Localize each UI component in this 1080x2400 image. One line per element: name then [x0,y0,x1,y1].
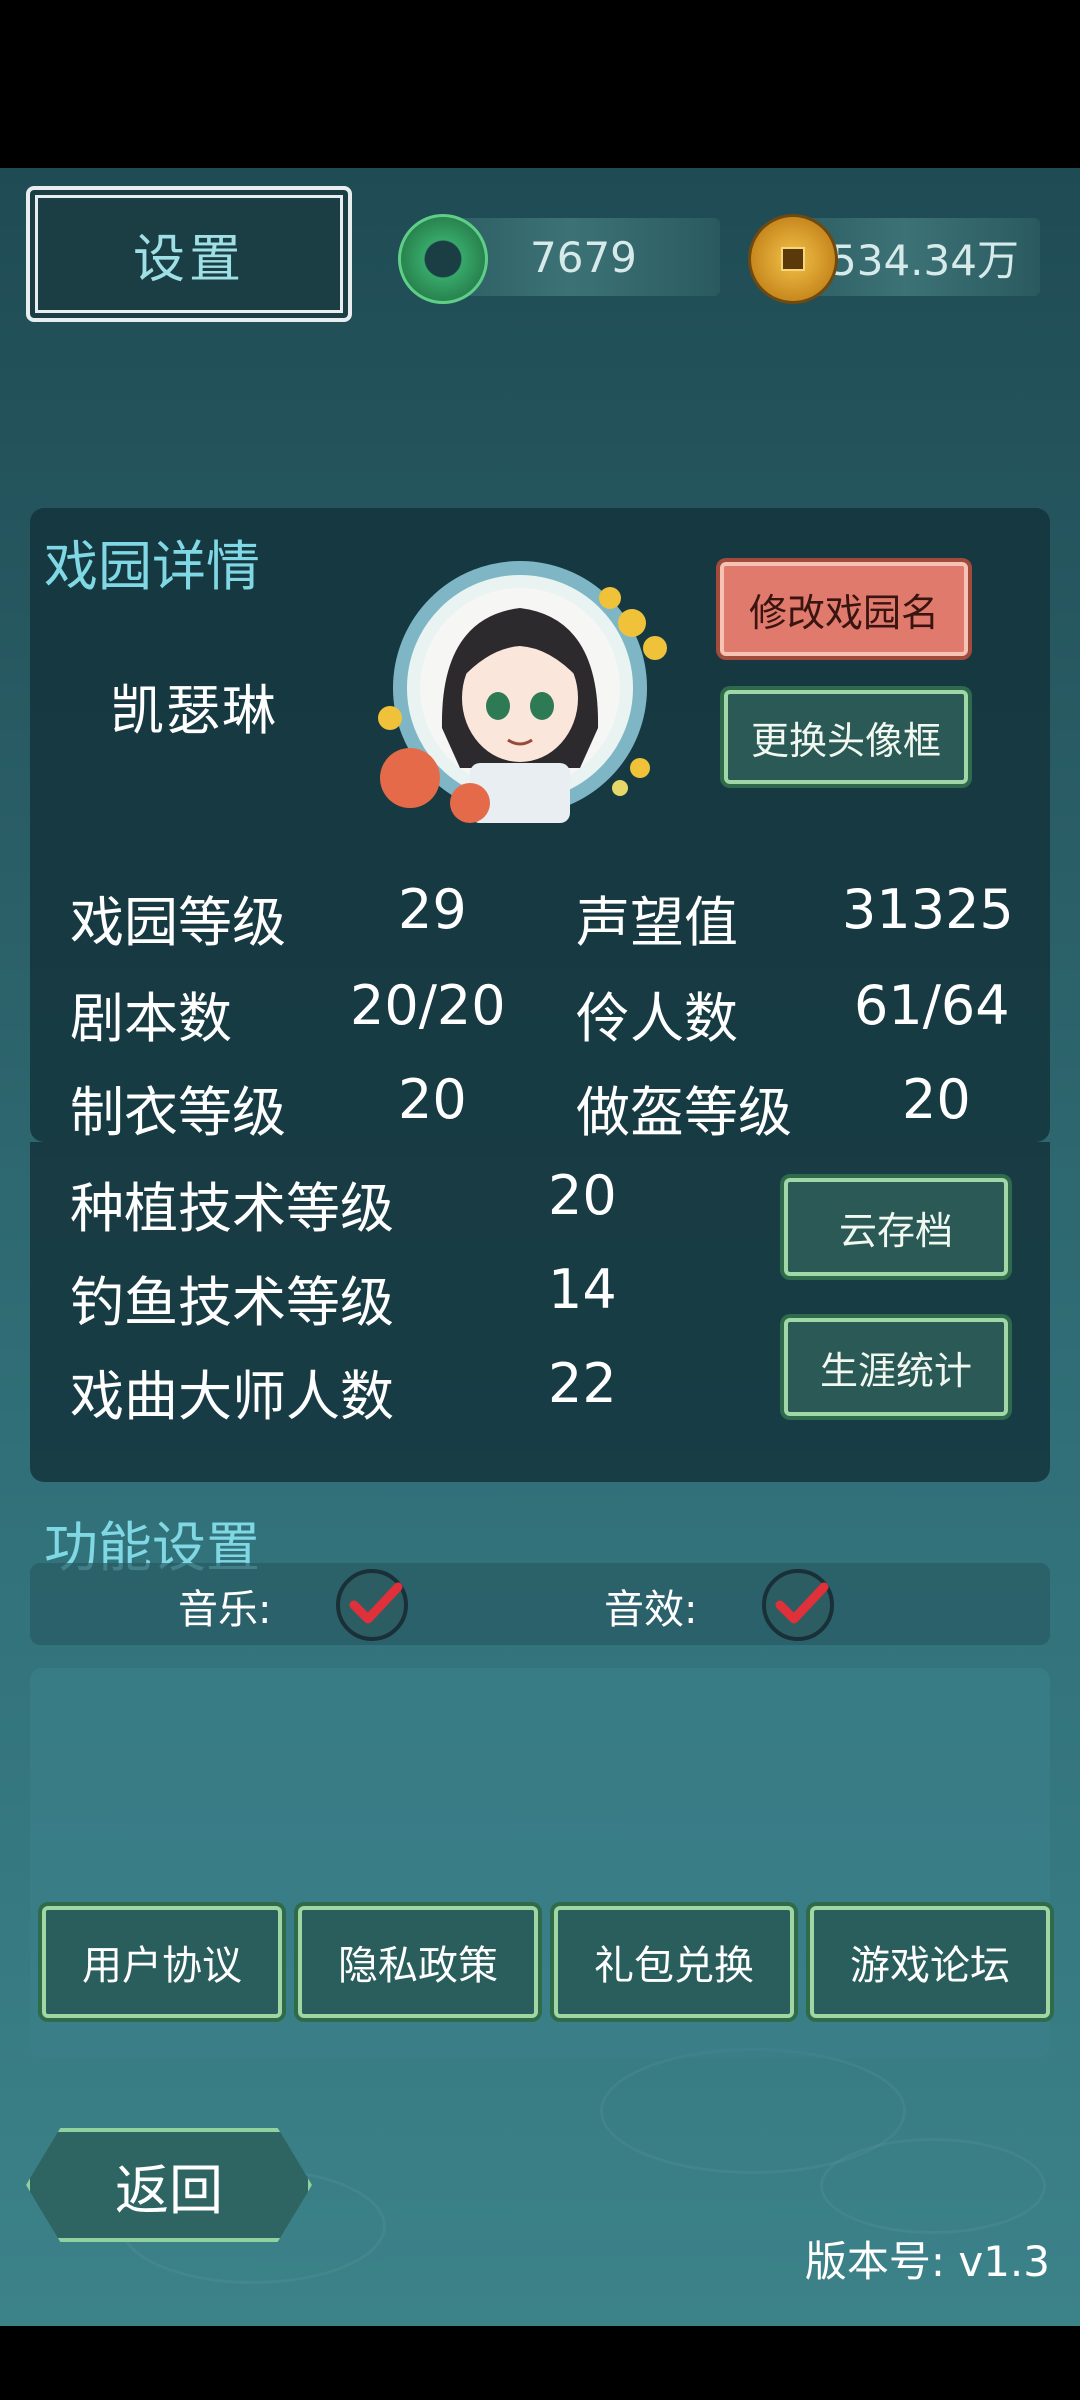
stat-label: 剧本数 [70,987,232,1050]
checkmark-icon [349,1582,403,1624]
sfx-label: 音效: [604,1587,698,1633]
music-label: 音乐: [178,1587,272,1633]
stat-label: 钓鱼技术等级 [70,1271,394,1334]
sfx-toggle[interactable] [762,1569,834,1641]
stat-label: 做盔等级 [576,1081,792,1144]
game-forum-button[interactable]: 游戏论坛 [810,1906,1050,2018]
back-button[interactable]: 返回 [26,2128,312,2242]
stat-value: 22 [548,1352,617,1415]
stat-label: 制衣等级 [70,1081,286,1144]
gift-redeem-button[interactable]: 礼包兑换 [554,1906,794,2018]
stat-value: 31325 [842,878,1014,941]
status-bar-area [0,0,1080,168]
change-avatar-frame-button[interactable]: 更换头像框 [724,690,968,784]
panel-title: 戏园详情 [44,535,260,598]
user-agreement-button[interactable]: 用户协议 [42,1906,282,2018]
jade-coin-icon [398,214,488,304]
privacy-policy-button[interactable]: 隐私政策 [298,1906,538,2018]
stat-value: 20 [902,1068,971,1131]
settings-title-button[interactable]: 设置 [26,186,352,322]
stat-value: 29 [398,878,467,941]
stat-label: 戏曲大师人数 [70,1365,394,1428]
stat-label: 伶人数 [576,987,738,1050]
sound-settings-row: 音乐: 音效: [30,1563,1050,1645]
jade-amount: 7679 [530,232,637,282]
settings-screen: 设置 7679 534.34万 戏园详情 凯瑟琳 修改戏园名 更换头像框 戏园等… [0,168,1080,2326]
stat-value: 61/64 [854,974,1010,1037]
navigation-bar-area [0,2326,1080,2400]
cloud-save-button[interactable]: 云存档 [784,1178,1008,1276]
stat-value: 14 [548,1258,617,1321]
garden-detail-panel: 戏园详情 凯瑟琳 修改戏园名 更换头像框 戏园等级 29 声望值 31325 剧… [30,508,1050,1144]
stat-value: 20/20 [350,974,506,1037]
cloud-decoration [820,2138,1046,2234]
stat-label: 戏园等级 [70,891,286,954]
checkmark-icon [775,1582,829,1624]
stat-label: 声望值 [576,891,738,954]
avatar-with-frame[interactable] [370,528,710,858]
stat-value: 20 [398,1068,467,1131]
gold-coin-icon [748,214,838,304]
rename-garden-button[interactable]: 修改戏园名 [720,562,968,656]
player-name: 凯瑟琳 [110,679,278,742]
gold-amount: 534.34万 [830,235,1019,285]
stat-label: 种植技术等级 [70,1177,394,1240]
career-stats-button[interactable]: 生涯统计 [784,1318,1008,1416]
stat-value: 20 [548,1164,617,1227]
music-toggle[interactable] [336,1569,408,1641]
version-label: 版本号: v1.3 [804,2237,1050,2286]
